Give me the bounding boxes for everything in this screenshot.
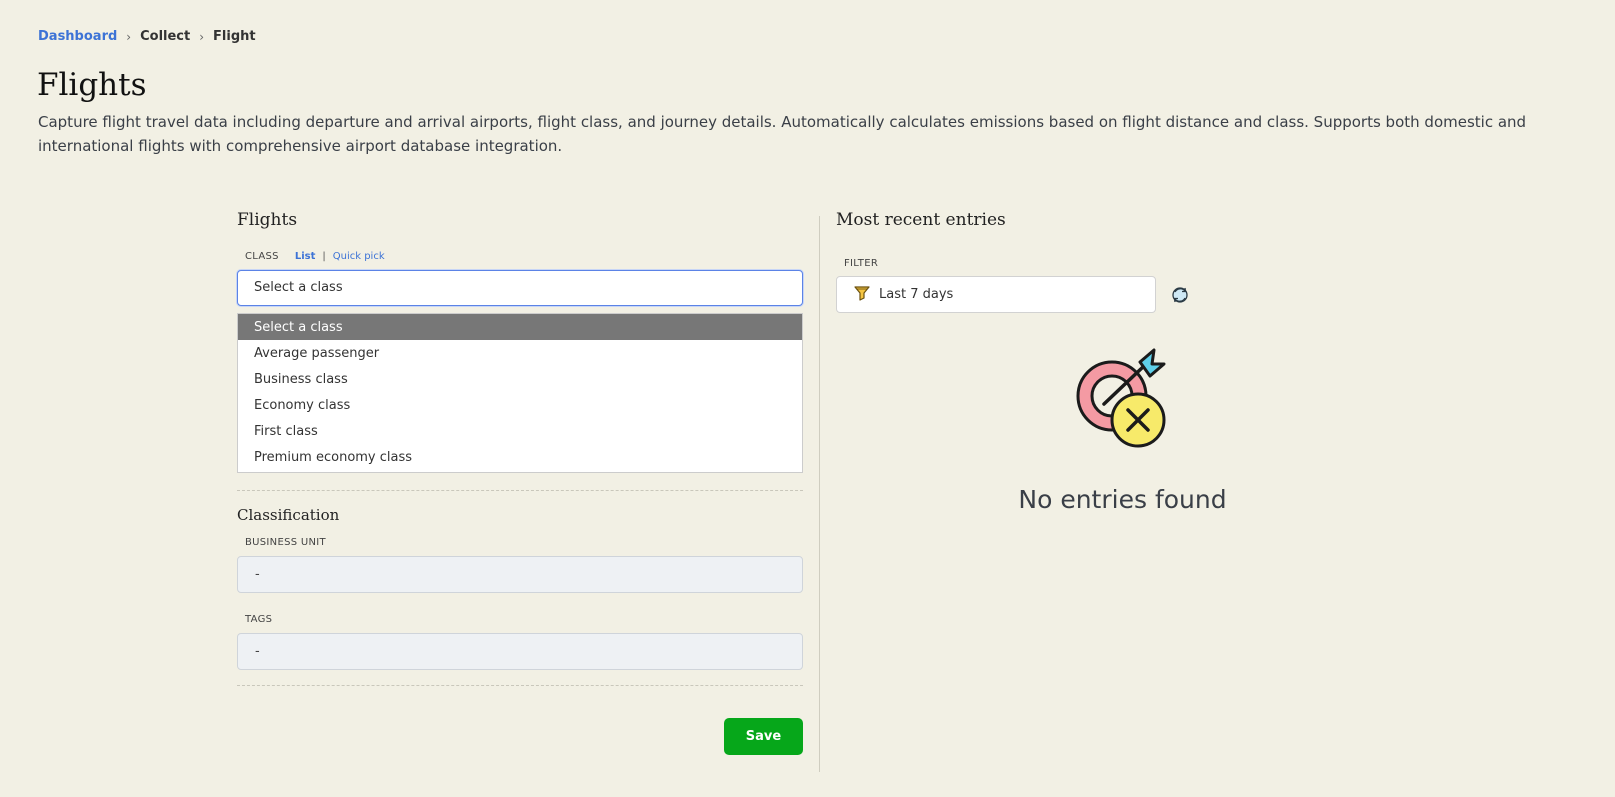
recent-entries-title: Most recent entries	[836, 210, 1006, 230]
refresh-icon[interactable]	[1169, 284, 1191, 306]
panel-divider	[819, 216, 820, 772]
class-dropdown-list: Select a class Average passenger Busines…	[237, 313, 803, 473]
target-missed-illustration	[1066, 348, 1176, 453]
mode-separator: |	[322, 251, 326, 262]
form-section-title: Flights	[237, 210, 298, 230]
flight-form-panel: Flights CLASS List | Quick pick Select a…	[237, 210, 803, 773]
page-title: Flights	[37, 67, 147, 103]
chevron-right-icon: ›	[199, 29, 205, 44]
chevron-right-icon: ›	[126, 29, 132, 44]
class-option[interactable]: First class	[238, 418, 802, 444]
class-label-row: CLASS List | Quick pick	[245, 251, 385, 262]
business-unit-field[interactable]: -	[237, 556, 803, 593]
class-mode-list-link[interactable]: List	[295, 251, 316, 262]
tags-label: TAGS	[245, 614, 273, 625]
save-button[interactable]: Save	[724, 718, 803, 755]
breadcrumb-dashboard-link[interactable]: Dashboard	[38, 29, 117, 44]
tags-field[interactable]: -	[237, 633, 803, 670]
filter-select[interactable]: Last 7 days	[836, 276, 1156, 313]
section-divider	[237, 490, 803, 491]
class-option[interactable]: Business class	[238, 366, 802, 392]
class-select[interactable]: Select a class	[237, 270, 803, 306]
section-divider	[237, 685, 803, 686]
page-description: Capture flight travel data including dep…	[38, 113, 1527, 155]
breadcrumb: Dashboard › Collect › Flight	[38, 29, 256, 44]
class-option[interactable]: Average passenger	[238, 340, 802, 366]
class-label: CLASS	[245, 251, 279, 262]
filter-label: FILTER	[844, 258, 879, 269]
class-option[interactable]: Economy class	[238, 392, 802, 418]
breadcrumb-collect: Collect	[140, 29, 191, 44]
class-mode-quick-pick-link[interactable]: Quick pick	[333, 251, 385, 262]
class-option[interactable]: Premium economy class	[238, 444, 802, 470]
empty-state-message: No entries found	[1018, 485, 1227, 514]
class-option[interactable]: Select a class	[238, 314, 802, 340]
recent-entries-panel: Most recent entries FILTER Last 7 days N…	[836, 210, 1536, 613]
business-unit-label: BUSINESS UNIT	[245, 537, 326, 548]
breadcrumb-flight: Flight	[213, 29, 256, 44]
filter-value: Last 7 days	[879, 287, 954, 302]
classification-title: Classification	[237, 506, 340, 524]
funnel-icon	[853, 284, 871, 306]
